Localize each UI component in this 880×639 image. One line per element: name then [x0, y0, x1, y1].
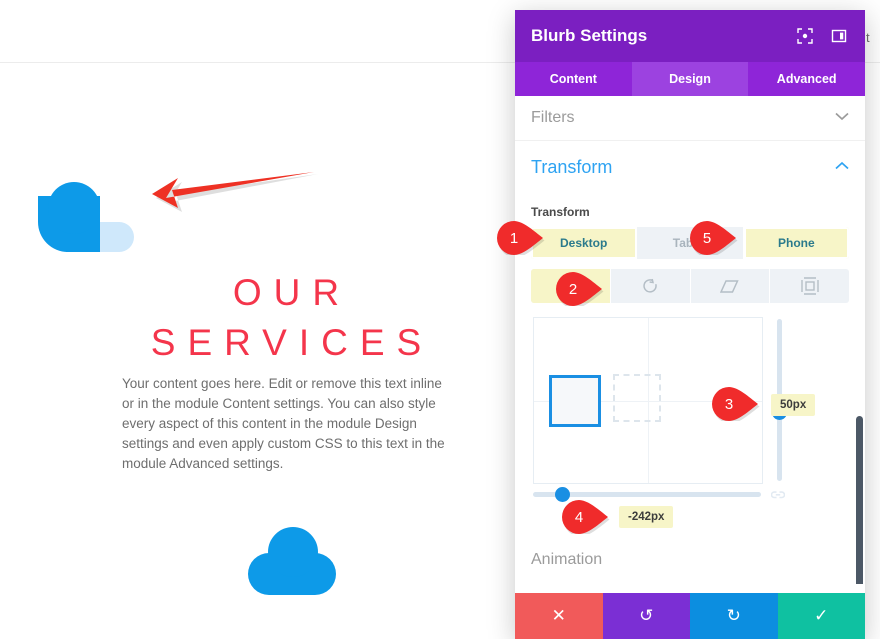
tab-advanced[interactable]: Advanced [748, 62, 865, 96]
callout-2: 2 [556, 272, 604, 306]
cloud-icon-decoration [248, 527, 336, 595]
save-button[interactable]: ✓ [777, 593, 865, 639]
callout-5: 5 [690, 221, 738, 255]
desktop-device-button[interactable]: Desktop [531, 227, 638, 259]
link-axes-icon[interactable] [770, 489, 786, 503]
section-transform-label: Transform [531, 156, 613, 177]
chevron-down-icon [835, 112, 849, 124]
callout-3: 3 [712, 387, 760, 421]
callout-2-number: 2 [568, 280, 578, 298]
skew-icon[interactable] [691, 269, 771, 303]
section-filters-label: Filters [531, 109, 575, 126]
callout-3-number: 3 [724, 395, 734, 413]
callout-1: 1 [497, 221, 545, 255]
section-animation-label[interactable]: Animation [531, 551, 602, 569]
transformed-element-box[interactable] [549, 375, 601, 427]
modal-title: Blurb Settings [531, 26, 648, 45]
horizontal-value-label: -242px [619, 506, 674, 528]
cutoff-edge-text: t [866, 30, 870, 45]
cloud-deco-top [268, 527, 318, 577]
callout-1-number: 1 [509, 229, 519, 247]
callout-5-number: 5 [702, 229, 712, 247]
cloud-icon-top-shape [48, 182, 100, 234]
tab-design[interactable]: Design [631, 62, 749, 96]
section-filters[interactable]: Filters [515, 96, 865, 141]
modal-scrollbar[interactable] [856, 416, 863, 584]
callout-4: 4 [562, 500, 610, 534]
tab-content[interactable]: Content [515, 62, 632, 96]
left-arrow-annotation-icon [140, 172, 320, 220]
undo-button[interactable]: ↺ [602, 593, 690, 639]
vertical-value-label: 50px [771, 394, 816, 416]
chevron-up-icon [835, 161, 849, 173]
phone-device-button[interactable]: Phone [743, 227, 849, 259]
discard-button[interactable]: ✕ [515, 593, 603, 639]
blurb-settings-modal: Blurb Settings Content Design Advanced F… [515, 10, 865, 639]
origin-ghost-box [613, 374, 661, 422]
transform-field-label: Transform [531, 205, 590, 219]
modal-header: Blurb Settings [515, 10, 865, 62]
cloud-icon [38, 182, 134, 272]
rotate-icon[interactable] [611, 269, 691, 303]
layout-view-icon[interactable] [829, 26, 849, 46]
page-title: OUR SERVICES [150, 272, 434, 363]
section-transform[interactable]: Transform [515, 141, 865, 193]
transform-canvas-area [531, 317, 849, 517]
callout-4-number: 4 [574, 508, 584, 526]
modal-tabs: Content Design Advanced [515, 62, 865, 96]
modal-footer: ✕ ↺ ↻ ✓ [515, 593, 865, 639]
scale-icon[interactable] [770, 269, 849, 303]
blurb-body-text: Your content goes here. Edit or remove t… [122, 376, 445, 471]
redo-button[interactable]: ↻ [690, 593, 778, 639]
focus-mode-icon[interactable] [795, 26, 815, 46]
